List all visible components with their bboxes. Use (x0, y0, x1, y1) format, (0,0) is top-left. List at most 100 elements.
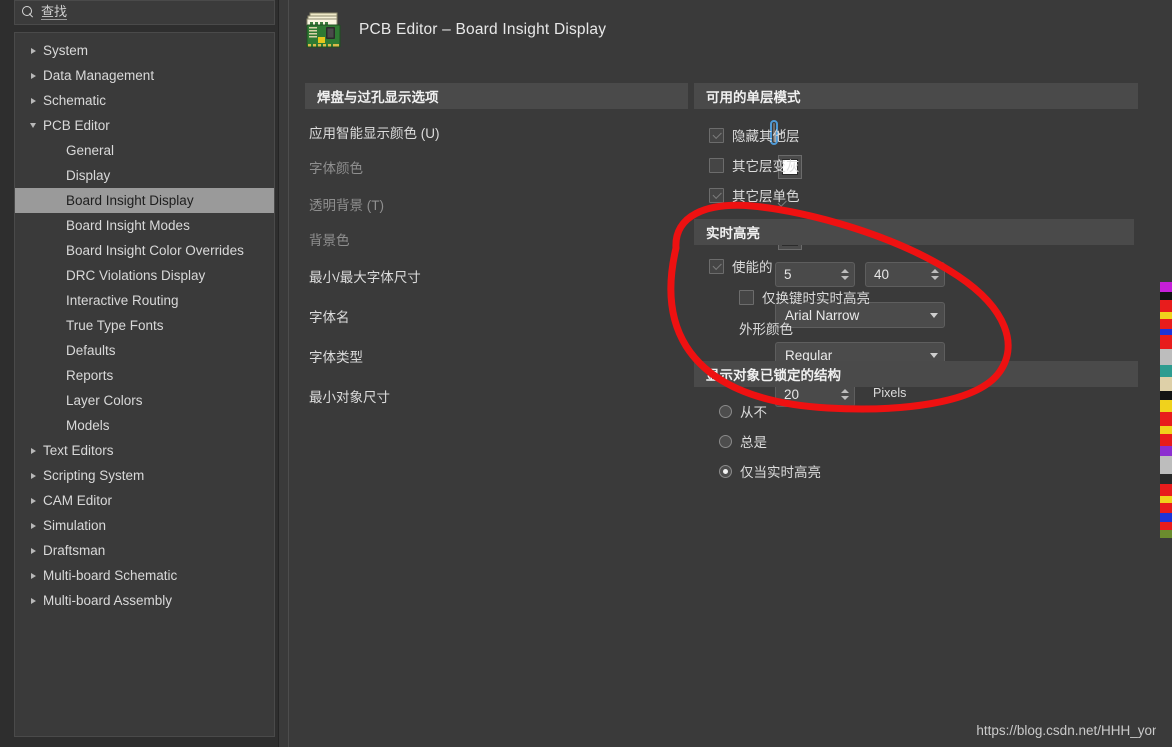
section-header-live-highlight: 实时高亮 (694, 219, 1134, 245)
sidebar-item-display[interactable]: Display (15, 163, 274, 188)
checkbox-monochrome-other-layers[interactable]: 其它层单色 (709, 183, 800, 207)
stepper-arrows-icon[interactable] (838, 389, 852, 400)
sidebar-item-layer-colors[interactable]: Layer Colors (15, 388, 274, 413)
font-color-label: 字体颜色 (309, 161, 363, 176)
row-outline-color: 外形颜色 (739, 316, 793, 340)
checkbox-live-highlight-shift-only[interactable]: 仅换键时实时高亮 (739, 285, 870, 309)
sidebar-item-reports[interactable]: Reports (15, 363, 274, 388)
sidebar-item-scripting-system[interactable]: Scripting System (15, 463, 274, 488)
page-title: PCB Editor – Board Insight Display (359, 21, 607, 38)
section-title-text: 可用的单层模式 (706, 90, 801, 105)
sidebar-item-drc-violations-display[interactable]: DRC Violations Display (15, 263, 274, 288)
radio-label: 总是 (740, 435, 767, 450)
preferences-window: 查找 System Data Management Schematic PCB Edi… (0, 0, 1172, 747)
chevron-right-icon[interactable] (23, 548, 43, 554)
radio-locked-never[interactable]: 从不 (719, 399, 767, 423)
sidebar-item-data-management[interactable]: Data Management (15, 63, 274, 88)
chevron-right-icon[interactable] (23, 498, 43, 504)
checkbox-label: 仅换键时实时高亮 (762, 291, 870, 306)
radio-label: 仅当实时高亮 (740, 465, 821, 480)
checkbox-hide-other-layers[interactable]: 隐藏其他层 (709, 123, 800, 147)
sidebar: 查找 System Data Management Schematic PCB Edi… (0, 0, 279, 747)
preferences-tree[interactable]: System Data Management Schematic PCB Editor… (14, 32, 275, 737)
chevron-right-icon[interactable] (23, 523, 43, 529)
sidebar-item-label: Board Insight Color Overrides (66, 243, 244, 258)
chevron-down-icon[interactable] (23, 123, 43, 128)
chevron-down-icon (930, 352, 938, 358)
sidebar-item-interactive-routing[interactable]: Interactive Routing (15, 288, 274, 313)
chevron-right-icon[interactable] (23, 473, 43, 479)
sidebar-item-defaults[interactable]: Defaults (15, 338, 274, 363)
radio-locked-always[interactable]: 总是 (719, 429, 767, 453)
row-transparent-background: 透明背景 (T) (309, 192, 384, 216)
sidebar-item-draftsman[interactable]: Draftsman (15, 538, 274, 563)
chevron-right-icon[interactable] (23, 98, 43, 104)
sidebar-item-label: Defaults (66, 343, 116, 358)
sidebar-item-board-insight-display[interactable]: Board Insight Display (15, 188, 274, 213)
chevron-right-icon[interactable] (23, 573, 43, 579)
sidebar-item-label: Board Insight Modes (66, 218, 190, 233)
sidebar-item-label: True Type Fonts (66, 318, 164, 333)
stepper-arrows-icon[interactable] (928, 269, 942, 280)
sidebar-item-schematic[interactable]: Schematic (15, 88, 274, 113)
content-pane: PCB Editor – Board Insight Display 焊盘与过孔… (288, 0, 1172, 747)
checkbox-label: 其它层单色 (732, 189, 800, 204)
min-object-size-unit: Pixels (873, 386, 907, 400)
transparent-background-label: 透明背景 (T) (309, 198, 384, 213)
row-font-style: 字体类型 (309, 344, 363, 368)
row-font-name: 字体名 (309, 304, 350, 328)
font-size-max-stepper[interactable]: 40 (865, 262, 945, 287)
sidebar-item-cam-editor[interactable]: CAM Editor (15, 488, 274, 513)
checkbox-live-highlight-enabled[interactable]: 使能的 (709, 254, 773, 278)
sidebar-item-label: Simulation (43, 518, 107, 533)
sidebar-item-label: Interactive Routing (66, 293, 179, 308)
sidebar-item-label: Text Editors (43, 443, 114, 458)
font-size-range-label: 最小/最大字体尺寸 (309, 270, 421, 285)
sidebar-item-text-editors[interactable]: Text Editors (15, 438, 274, 463)
stepper-arrows-icon[interactable] (838, 269, 852, 280)
chevron-right-icon[interactable] (23, 73, 43, 79)
min-object-size-value: 20 (784, 387, 800, 402)
font-size-min-stepper[interactable]: 5 (775, 262, 855, 287)
sidebar-item-true-type-fonts[interactable]: True Type Fonts (15, 313, 274, 338)
row-apply-smart-color: 应用智能显示颜色 (U) (309, 120, 440, 144)
row-font-size-range: 最小/最大字体尺寸 (309, 264, 421, 288)
section-header-single-layer-modes: 可用的单层模式 (694, 83, 1138, 109)
radio-label: 从不 (740, 405, 767, 420)
chevron-right-icon[interactable] (23, 448, 43, 454)
sidebar-item-board-insight-color-overrides[interactable]: Board Insight Color Overrides (15, 238, 274, 263)
sidebar-item-models[interactable]: Models (15, 413, 274, 438)
chevron-right-icon[interactable] (23, 48, 43, 54)
search-input[interactable]: 查找 (14, 0, 275, 25)
sidebar-item-multi-board-assembly[interactable]: Multi-board Assembly (15, 588, 274, 613)
section-header-locked-objects: 显示对象已锁定的结构 (694, 361, 1138, 387)
row-background-color: 背景色 (309, 227, 350, 251)
checkbox-label: 其它层变灰 (732, 159, 800, 174)
checkbox-gray-other-layers[interactable]: 其它层变灰 (709, 153, 800, 177)
chevron-right-icon[interactable] (23, 598, 43, 604)
row-min-object-size: 最小对象尺寸 (309, 384, 390, 408)
section-header-pad-via-display: 焊盘与过孔显示选项 (305, 83, 688, 109)
sidebar-item-label: System (43, 43, 89, 58)
sidebar-item-label: PCB Editor (43, 118, 110, 133)
font-size-max-value: 40 (874, 267, 890, 282)
sidebar-item-label: Board Insight Display (66, 193, 194, 208)
sidebar-item-label: Reports (66, 368, 114, 383)
sidebar-item-pcb-editor[interactable]: PCB Editor (15, 113, 274, 138)
apply-smart-color-label: 应用智能显示颜色 (U) (309, 126, 440, 141)
sidebar-item-general[interactable]: General (15, 138, 274, 163)
sidebar-item-label: Multi-board Assembly (43, 593, 173, 608)
outline-color-label: 外形颜色 (739, 322, 793, 337)
sidebar-item-board-insight-modes[interactable]: Board Insight Modes (15, 213, 274, 238)
sidebar-item-simulation[interactable]: Simulation (15, 513, 274, 538)
radio-locked-live-highlight-only[interactable]: 仅当实时高亮 (719, 459, 821, 483)
watermark-text: https://blog.csdn.net/HHH_yong (976, 723, 1167, 738)
sidebar-item-multi-board-schematic[interactable]: Multi-board Schematic (15, 563, 274, 588)
sidebar-item-label: Layer Colors (66, 393, 143, 408)
font-name-label: 字体名 (309, 310, 350, 325)
sidebar-item-label: Schematic (43, 93, 107, 108)
sidebar-item-system[interactable]: System (15, 38, 274, 63)
row-font-color: 字体颜色 (309, 155, 363, 179)
sidebar-item-label: Data Management (43, 68, 155, 83)
sidebar-item-label: CAM Editor (43, 493, 113, 508)
